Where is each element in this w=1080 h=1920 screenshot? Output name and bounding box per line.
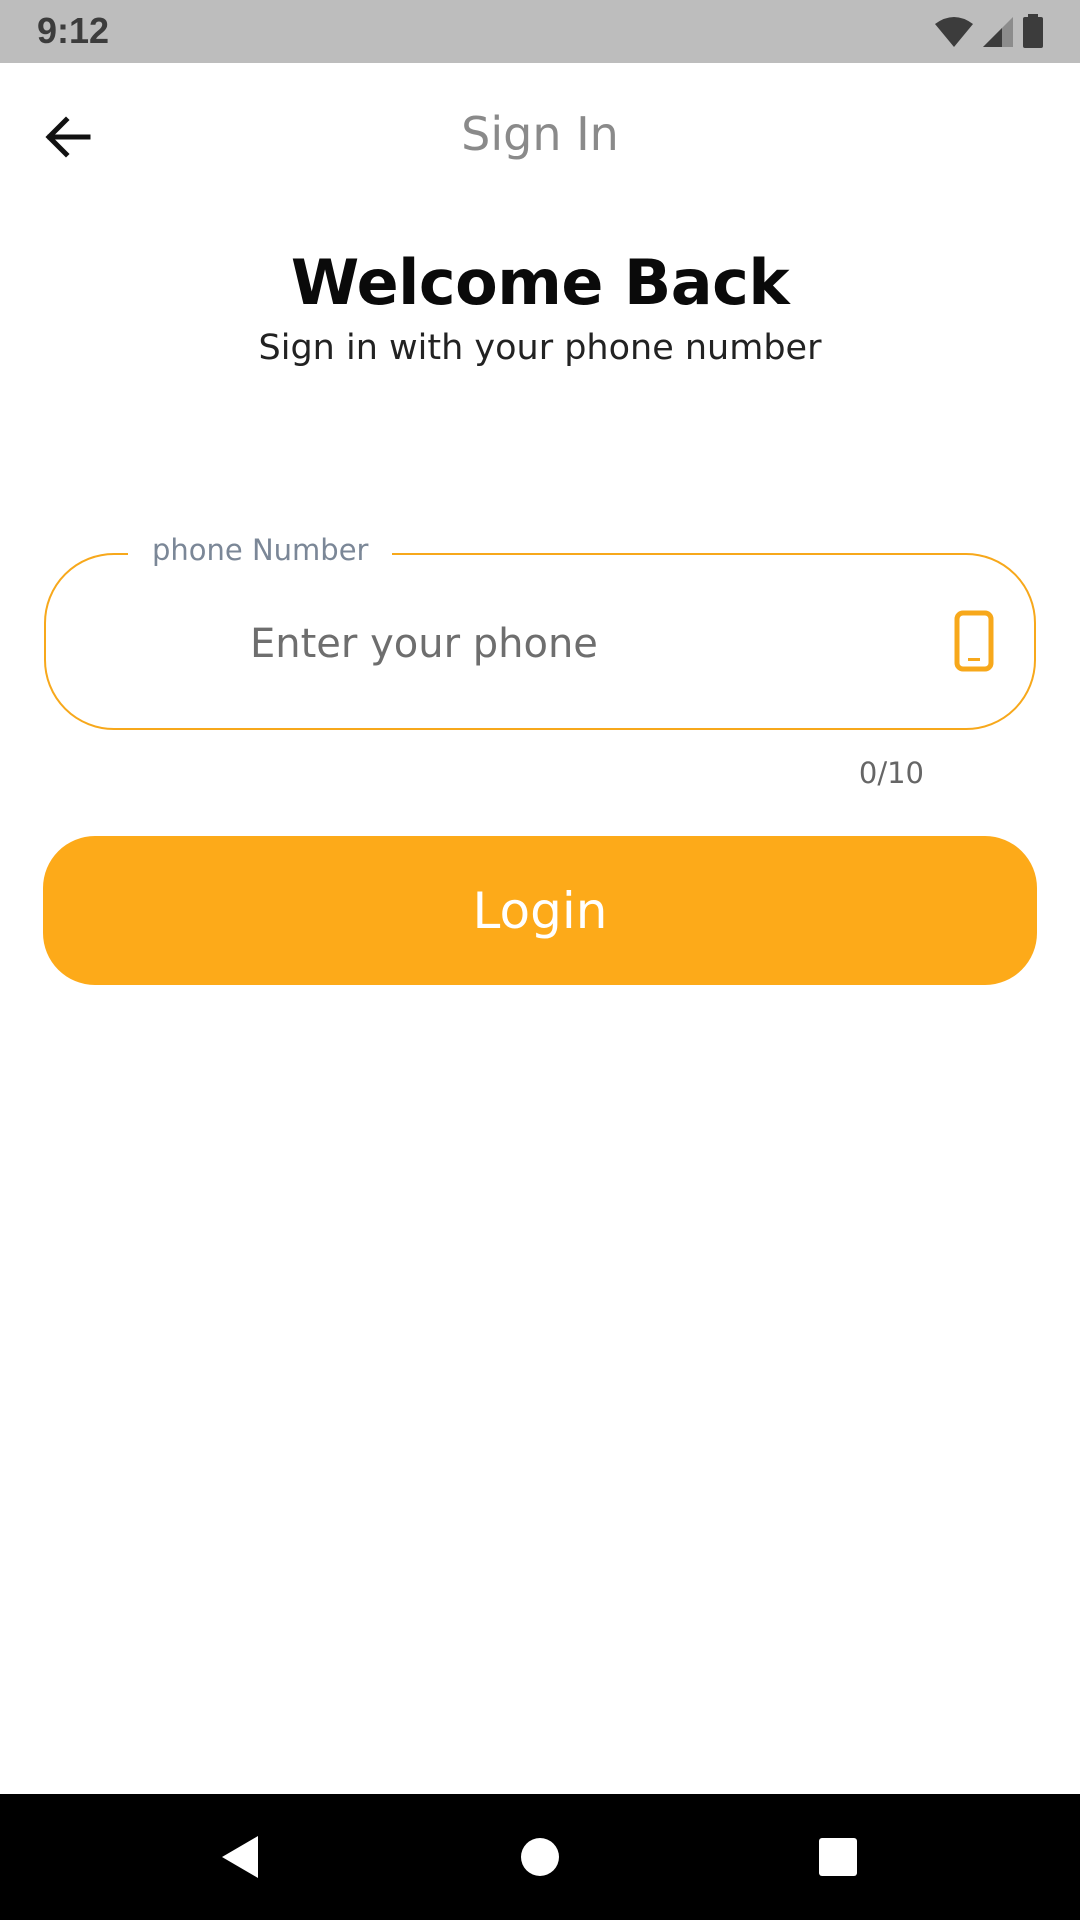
welcome-subtitle: Sign in with your phone number [258, 328, 822, 368]
character-counter: 0/10 [858, 756, 924, 790]
nav-back-icon [222, 1836, 258, 1878]
smartphone-icon [954, 610, 994, 672]
nav-back-button[interactable] [210, 1794, 270, 1920]
app-bar: Sign In [0, 63, 1080, 211]
nav-recents-icon [819, 1838, 857, 1876]
status-bar: 9:12 [0, 0, 1080, 63]
page-title: Sign In [461, 107, 619, 161]
navigation-bar [0, 1794, 1080, 1920]
phone-input[interactable] [250, 612, 890, 676]
welcome-title: Welcome Back [290, 246, 790, 319]
cell-signal-icon [983, 17, 1013, 47]
status-icons [934, 14, 1044, 48]
login-button[interactable]: Login [43, 836, 1037, 985]
nav-home-icon [521, 1838, 559, 1876]
wifi-icon [935, 17, 973, 47]
status-time: 9:12 [37, 10, 110, 51]
nav-home-button[interactable] [510, 1794, 570, 1920]
phone-field-label: phone Number [128, 533, 393, 567]
battery-icon [1023, 14, 1043, 48]
nav-recents-button[interactable] [808, 1794, 868, 1920]
